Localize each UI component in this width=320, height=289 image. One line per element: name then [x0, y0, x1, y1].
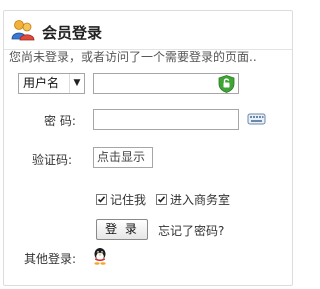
login-notice: 您尚未登录，或者访问了一个需要登录的页面..: [9, 50, 257, 64]
panel-header: 会员登录: [4, 11, 292, 50]
captcha-label: 验证码:: [32, 153, 73, 167]
password-input[interactable]: [93, 109, 239, 130]
remember-me-checkbox[interactable]: [96, 194, 107, 205]
business-room-checkbox[interactable]: [156, 194, 167, 205]
qq-icon[interactable]: [92, 247, 108, 265]
business-room-label: 进入商务室: [170, 193, 231, 207]
login-type-select[interactable]: 用户名 ▼: [18, 73, 85, 94]
users-icon: [11, 20, 35, 41]
login-type-value: 用户名: [23, 76, 60, 90]
check-icon: [97, 196, 106, 203]
username-input[interactable]: [93, 73, 239, 94]
remember-me-label: 记住我: [110, 193, 147, 207]
chevron-down-icon[interactable]: ▼: [69, 74, 84, 93]
panel-title: 会员登录: [42, 24, 103, 42]
shield-icon: [218, 75, 235, 93]
password-label: 密 码:: [44, 114, 76, 128]
captcha-field[interactable]: 点击显示: [93, 147, 153, 168]
forgot-password-link[interactable]: 忘记了密码?: [158, 222, 224, 239]
check-icon: [157, 196, 166, 203]
business-room-option[interactable]: 进入商务室: [156, 191, 230, 208]
remember-me-option[interactable]: 记住我: [96, 191, 146, 208]
keyboard-icon[interactable]: [247, 111, 266, 127]
other-login-label: 其他登录:: [24, 252, 77, 266]
login-button[interactable]: 登 录: [96, 219, 148, 240]
captcha-value: 点击显示: [97, 150, 146, 164]
